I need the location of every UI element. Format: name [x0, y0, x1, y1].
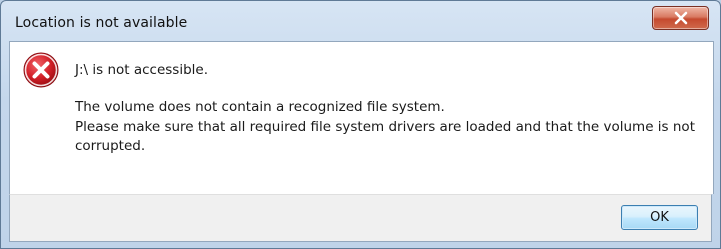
- ok-button[interactable]: OK: [621, 205, 698, 230]
- message-line-2: Please make sure that all required file …: [75, 119, 695, 135]
- error-dialog: Location is not available J:\ is not acc…: [0, 0, 721, 249]
- button-bar: OK: [9, 194, 712, 242]
- message-area: J:\ is not accessible. The volume does n…: [9, 41, 714, 194]
- message-line-1: The volume does not contain a recognized…: [75, 99, 445, 115]
- title-bar[interactable]: Location is not available: [1, 1, 720, 41]
- message-line-3: corrupted.: [75, 138, 146, 154]
- main-instruction: J:\ is not accessible.: [75, 62, 209, 78]
- close-button[interactable]: [652, 6, 709, 30]
- error-icon: [22, 51, 60, 89]
- close-icon: [673, 11, 689, 25]
- window-title: Location is not available: [15, 15, 188, 31]
